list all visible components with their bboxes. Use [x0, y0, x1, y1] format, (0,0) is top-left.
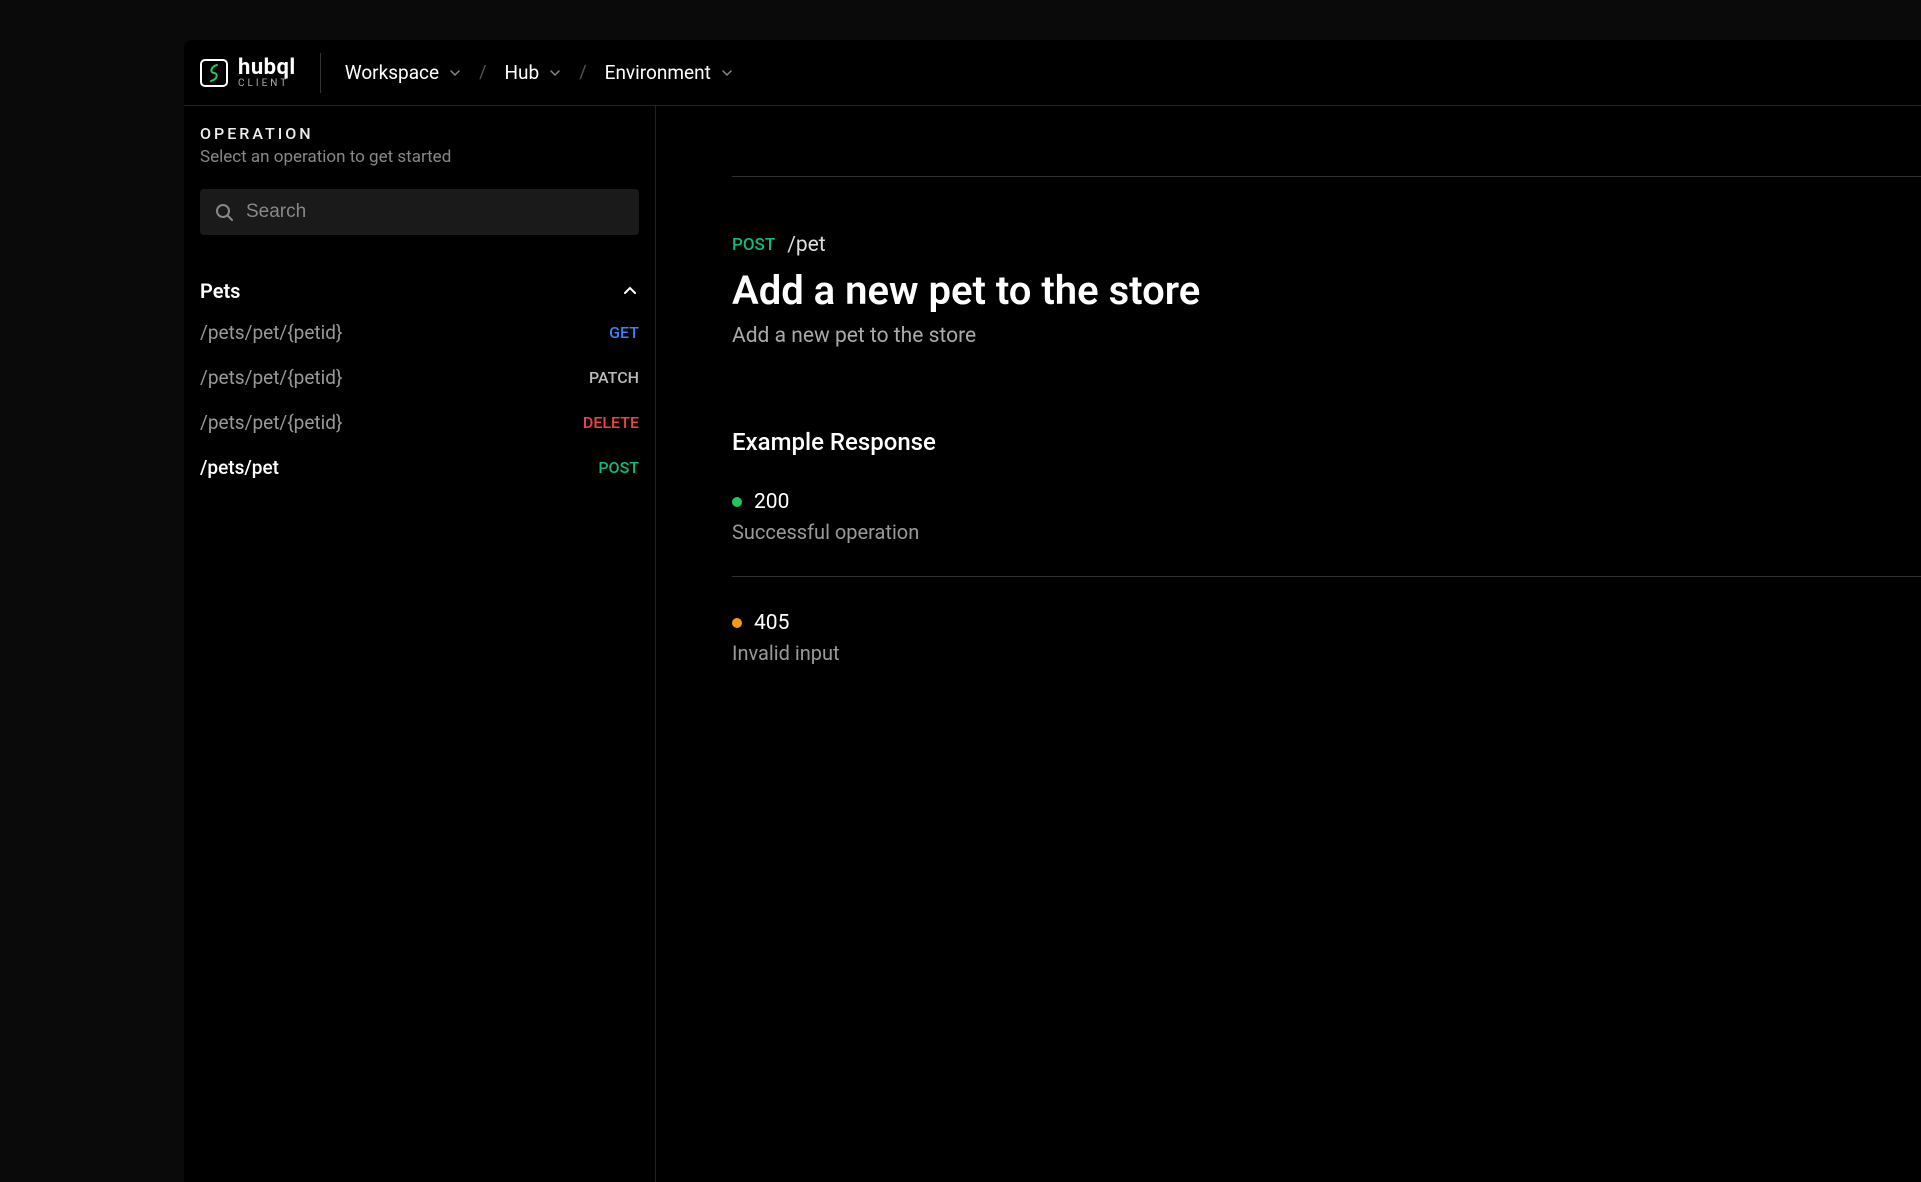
operation-group-header[interactable]: Pets — [200, 279, 639, 303]
breadcrumb-separator: / — [479, 62, 486, 83]
breadcrumb-workspace[interactable]: Workspace — [345, 61, 461, 84]
breadcrumb-separator: / — [579, 62, 586, 83]
response-item[interactable]: 200 Successful operation — [732, 490, 1921, 544]
breadcrumb-label: Hub — [505, 61, 540, 84]
operation-item[interactable]: /pets/pet/{petid} GET — [200, 321, 639, 344]
status-code: 200 — [754, 490, 789, 514]
operation-item-method: POST — [598, 458, 639, 477]
chevron-down-icon — [449, 67, 461, 79]
breadcrumbs: Workspace / Hub / Environment — [333, 61, 733, 84]
operation-item-path: /pets/pet/{petid} — [200, 411, 342, 434]
response-status-line: 200 — [732, 490, 1921, 514]
operation-item-path: /pets/pet — [200, 456, 279, 479]
status-code: 405 — [754, 611, 789, 635]
logo-title: hubql — [238, 57, 296, 79]
operation-item[interactable]: /pets/pet/{petid} DELETE — [200, 411, 639, 434]
breadcrumb-hub[interactable]: Hub — [505, 61, 562, 84]
response-section: Example Response 200 Successful operation… — [732, 428, 1921, 665]
operation-item-method: PATCH — [589, 368, 639, 387]
main-panel: POST /pet Add a new pet to the store Add… — [656, 106, 1921, 1182]
operation-method-badge: POST — [732, 235, 775, 255]
app-shell: hubql CLIENT Workspace / Hub / Environme… — [184, 40, 1921, 1182]
sidebar-section-label: OPERATION — [200, 124, 639, 143]
divider — [732, 176, 1921, 177]
chevron-up-icon — [621, 282, 639, 300]
logo-mark-icon — [200, 59, 228, 87]
breadcrumb-label: Environment — [605, 61, 711, 84]
logo-text: hubql CLIENT — [238, 57, 296, 89]
body: OPERATION Select an operation to get sta… — [184, 106, 1921, 1182]
operation-description: Add a new pet to the store — [732, 324, 1921, 348]
response-section-title: Example Response — [732, 428, 1921, 456]
operation-item-path: /pets/pet/{petid} — [200, 366, 342, 389]
operation-item[interactable]: /pets/pet/{petid} PATCH — [200, 366, 639, 389]
divider — [732, 576, 1921, 577]
sidebar: OPERATION Select an operation to get sta… — [184, 106, 656, 1182]
operation-group-title: Pets — [200, 279, 240, 303]
operation-list: /pets/pet/{petid} GET/pets/pet/{petid} PAT… — [200, 321, 639, 479]
operation-item[interactable]: /pets/pet POST — [200, 456, 639, 479]
breadcrumb-environment[interactable]: Environment — [605, 61, 733, 84]
operation-item-method: GET — [609, 323, 639, 342]
search-wrap[interactable] — [200, 189, 639, 235]
search-icon — [214, 202, 234, 222]
operation-item-path: /pets/pet/{petid} — [200, 321, 342, 344]
status-description: Invalid input — [732, 641, 1921, 665]
chevron-down-icon — [721, 67, 733, 79]
status-description: Successful operation — [732, 520, 1921, 544]
header: hubql CLIENT Workspace / Hub / Environme… — [184, 40, 1921, 106]
response-item[interactable]: 405 Invalid input — [732, 611, 1921, 665]
operation-title: Add a new pet to the store — [732, 267, 1921, 314]
response-status-line: 405 — [732, 611, 1921, 635]
status-dot-icon — [732, 497, 742, 507]
operation-item-method: DELETE — [583, 413, 639, 432]
search-input[interactable] — [246, 201, 625, 223]
chevron-down-icon — [549, 67, 561, 79]
operation-path: /pet — [787, 233, 825, 257]
operation-header-line: POST /pet — [732, 233, 1921, 257]
sidebar-section-desc: Select an operation to get started — [200, 147, 639, 167]
breadcrumb-label: Workspace — [345, 61, 439, 84]
logo-subtitle: CLIENT — [238, 79, 296, 89]
logo[interactable]: hubql CLIENT — [200, 53, 321, 93]
status-dot-icon — [732, 618, 742, 628]
